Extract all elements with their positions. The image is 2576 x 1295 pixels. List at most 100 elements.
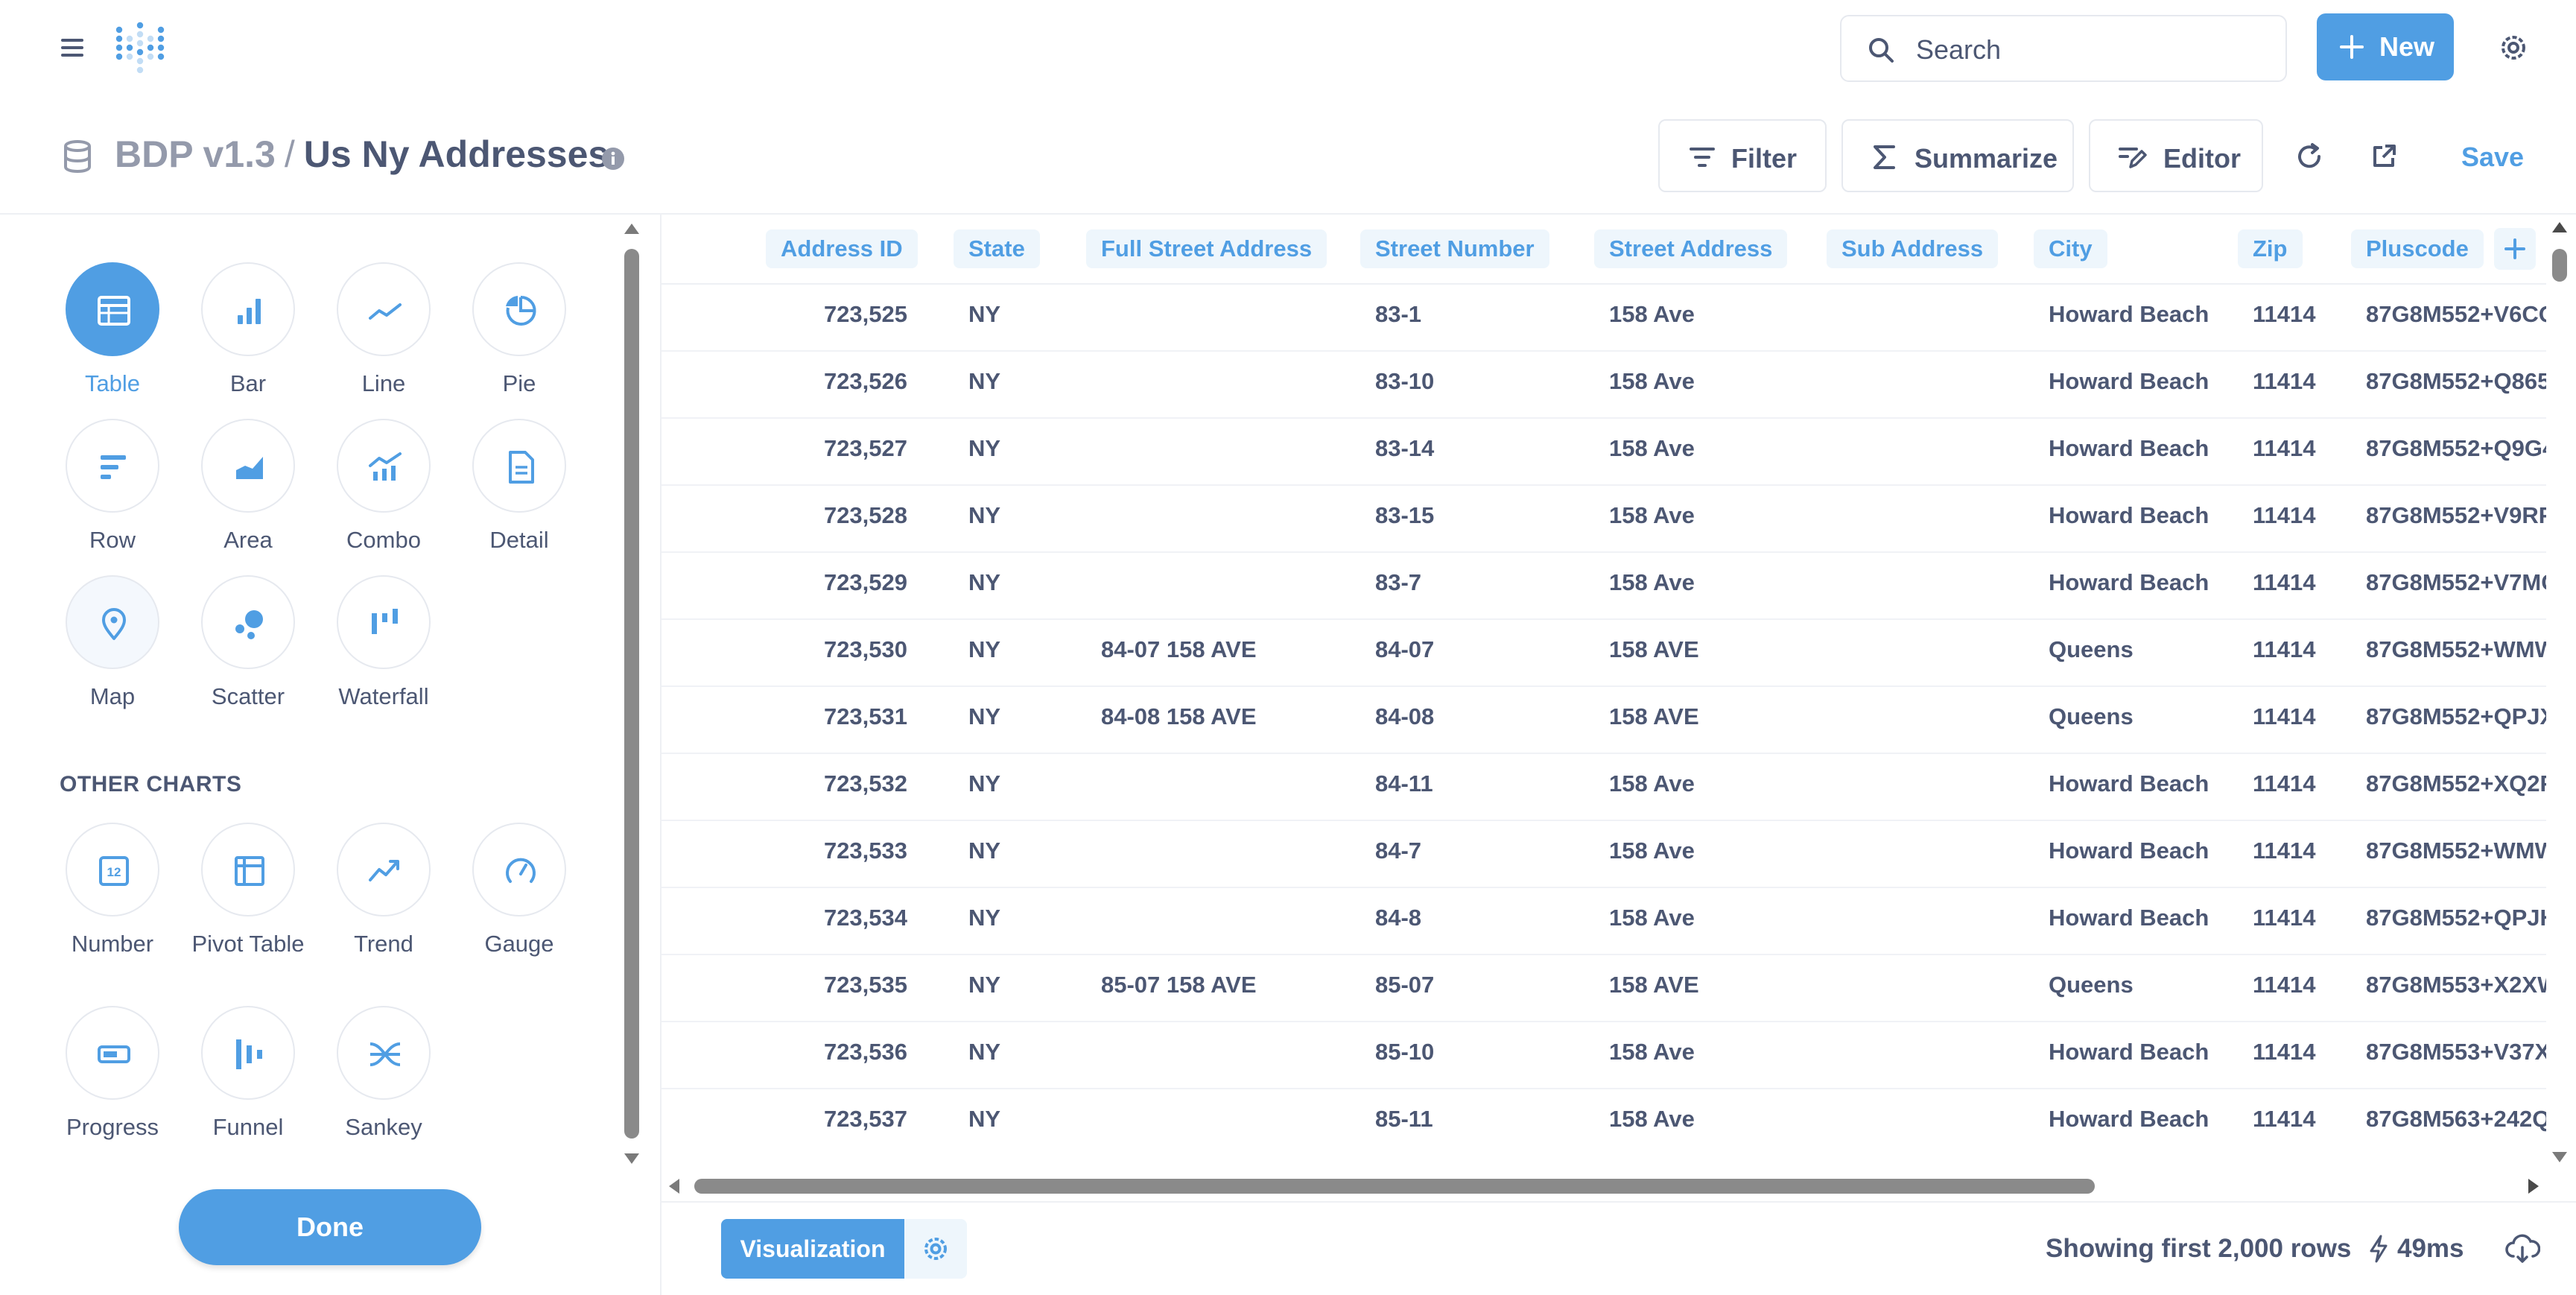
cell-street-address[interactable]: 158 Ave	[1609, 1039, 1695, 1066]
cell-pluscode[interactable]: 87G8M552+WMW	[2366, 838, 2546, 864]
cell-zip[interactable]: 11414	[2253, 1039, 2316, 1066]
cell-pluscode[interactable]: 87G8M552+XQ2F	[2366, 770, 2546, 797]
filter-button[interactable]: Filter	[1658, 119, 1827, 192]
cell-street-number[interactable]: 84-08	[1375, 703, 1434, 730]
cell-address-id[interactable]: 723,530	[810, 636, 907, 663]
column-header-address-id[interactable]: Address ID	[766, 229, 918, 268]
cell-street-number[interactable]: 85-10	[1375, 1039, 1434, 1066]
cell-street-address[interactable]: 158 AVE	[1609, 972, 1699, 998]
cell-city[interactable]: Queens	[2049, 972, 2134, 998]
cell-city[interactable]: Howard Beach	[2049, 502, 2209, 529]
cell-street-number[interactable]: 83-7	[1375, 569, 1421, 596]
summarize-button[interactable]: Summarize	[1841, 119, 2074, 192]
viz-settings-button[interactable]	[904, 1219, 967, 1279]
scroll-down-arrow-icon[interactable]	[624, 1153, 639, 1164]
cell-pluscode[interactable]: 87G8M552+Q865	[2366, 368, 2546, 395]
cell-address-id[interactable]: 723,528	[810, 502, 907, 529]
viz-option-detail[interactable]: Detail	[451, 419, 587, 554]
cell-state[interactable]: NY	[968, 502, 1000, 529]
cell-street-address[interactable]: 158 AVE	[1609, 636, 1699, 663]
viz-option-combo[interactable]: Combo	[316, 419, 451, 554]
viz-option-waterfall[interactable]: Waterfall	[316, 575, 451, 710]
sidebar-scrollbar[interactable]	[624, 249, 639, 1139]
cell-street-number[interactable]: 83-15	[1375, 502, 1434, 529]
table-row[interactable]: 723,525 NY 83-1 158 Ave Howard Beach 11414 87G…	[662, 285, 2546, 352]
cell-street-number[interactable]: 83-14	[1375, 435, 1434, 462]
cell-zip[interactable]: 11414	[2253, 502, 2316, 529]
cell-address-id[interactable]: 723,533	[810, 838, 907, 864]
cell-street-address[interactable]: 158 Ave	[1609, 502, 1695, 529]
cell-address-id[interactable]: 723,526	[810, 368, 907, 395]
cell-city[interactable]: Howard Beach	[2049, 770, 2209, 797]
cell-zip[interactable]: 11414	[2253, 703, 2316, 730]
viz-option-number[interactable]: 12 Number	[45, 823, 180, 957]
viz-option-progress[interactable]: Progress	[45, 1006, 180, 1141]
cell-street-address[interactable]: 158 Ave	[1609, 770, 1695, 797]
cell-full-street-address[interactable]: 85-07 158 AVE	[1101, 972, 1257, 998]
viz-option-table[interactable]: Table	[45, 262, 180, 397]
cell-state[interactable]: NY	[968, 301, 1000, 328]
cell-zip[interactable]: 11414	[2253, 368, 2316, 395]
column-header-zip[interactable]: Zip	[2238, 229, 2303, 268]
cell-street-number[interactable]: 85-07	[1375, 972, 1434, 998]
search-bar[interactable]: Search	[1840, 15, 2287, 82]
viz-option-trend[interactable]: Trend	[316, 823, 451, 957]
cell-city[interactable]: Howard Beach	[2049, 435, 2209, 462]
viz-option-pivot-table[interactable]: Pivot Table	[180, 823, 316, 957]
cell-state[interactable]: NY	[968, 703, 1000, 730]
cell-pluscode[interactable]: 87G8M552+QPJH	[2366, 905, 2546, 931]
cell-address-id[interactable]: 723,537	[810, 1106, 907, 1133]
column-header-city[interactable]: City	[2034, 229, 2107, 268]
cell-pluscode[interactable]: 87G8M552+QPJX	[2366, 703, 2546, 730]
cell-pluscode[interactable]: 87G8M553+V37X	[2366, 1039, 2546, 1066]
cell-zip[interactable]: 11414	[2253, 636, 2316, 663]
column-header-sub-address[interactable]: Sub Address	[1827, 229, 1999, 268]
cell-street-address[interactable]: 158 AVE	[1609, 703, 1699, 730]
cell-street-number[interactable]: 85-11	[1375, 1106, 1433, 1133]
cell-state[interactable]: NY	[968, 1106, 1000, 1133]
cell-zip[interactable]: 11414	[2253, 838, 2316, 864]
cell-state[interactable]: NY	[968, 569, 1000, 596]
cell-address-id[interactable]: 723,527	[810, 435, 907, 462]
column-header-street-number[interactable]: Street Number	[1360, 229, 1549, 268]
viz-option-sankey[interactable]: Sankey	[316, 1006, 451, 1141]
viz-option-row[interactable]: Row	[45, 419, 180, 554]
cell-street-number[interactable]: 84-7	[1375, 838, 1421, 864]
cell-address-id[interactable]: 723,525	[810, 301, 907, 328]
viz-option-gauge[interactable]: Gauge	[451, 823, 587, 957]
viz-option-pie[interactable]: Pie	[451, 262, 587, 397]
page-title[interactable]: Us Ny Addresses	[304, 133, 609, 175]
table-vertical-scrollbar[interactable]	[2552, 249, 2567, 282]
cell-zip[interactable]: 11414	[2253, 301, 2316, 328]
cell-city[interactable]: Howard Beach	[2049, 569, 2209, 596]
cell-city[interactable]: Howard Beach	[2049, 905, 2209, 931]
cell-address-id[interactable]: 723,532	[810, 770, 907, 797]
cell-pluscode[interactable]: 87G8M553+X2XW	[2366, 972, 2546, 998]
new-button[interactable]: New	[2317, 13, 2454, 80]
cell-street-address[interactable]: 158 Ave	[1609, 838, 1695, 864]
cell-zip[interactable]: 11414	[2253, 435, 2316, 462]
cell-address-id[interactable]: 723,535	[810, 972, 907, 998]
cell-street-address[interactable]: 158 Ave	[1609, 435, 1695, 462]
save-button[interactable]: Save	[2461, 142, 2524, 173]
cell-state[interactable]: NY	[968, 435, 1000, 462]
download-icon[interactable]	[2504, 1234, 2540, 1264]
table-row[interactable]: 723,531 NY 84-08 158 AVE 84-08 158 AVE Queens…	[662, 687, 2546, 754]
column-header-state[interactable]: State	[954, 229, 1040, 268]
cell-city[interactable]: Queens	[2049, 636, 2134, 663]
cell-zip[interactable]: 11414	[2253, 905, 2316, 931]
cell-address-id[interactable]: 723,529	[810, 569, 907, 596]
column-header-pluscode[interactable]: Pluscode	[2351, 229, 2484, 268]
cell-address-id[interactable]: 723,534	[810, 905, 907, 931]
hamburger-menu-icon[interactable]	[57, 33, 89, 63]
add-column-button[interactable]	[2494, 228, 2536, 270]
refresh-icon[interactable]	[2294, 142, 2324, 171]
cell-state[interactable]: NY	[968, 972, 1000, 998]
cell-pluscode[interactable]: 87G8M552+Q9G4	[2366, 435, 2546, 462]
table-row[interactable]: 723,528 NY 83-15 158 Ave Howard Beach 11414 87…	[662, 486, 2546, 553]
cell-street-number[interactable]: 84-07	[1375, 636, 1434, 663]
table-row[interactable]: 723,527 NY 83-14 158 Ave Howard Beach 11414 87…	[662, 419, 2546, 486]
cell-full-street-address[interactable]: 84-08 158 AVE	[1101, 703, 1257, 730]
cell-address-id[interactable]: 723,531	[810, 703, 907, 730]
table-scroll-right-arrow-icon[interactable]	[2528, 1179, 2539, 1194]
